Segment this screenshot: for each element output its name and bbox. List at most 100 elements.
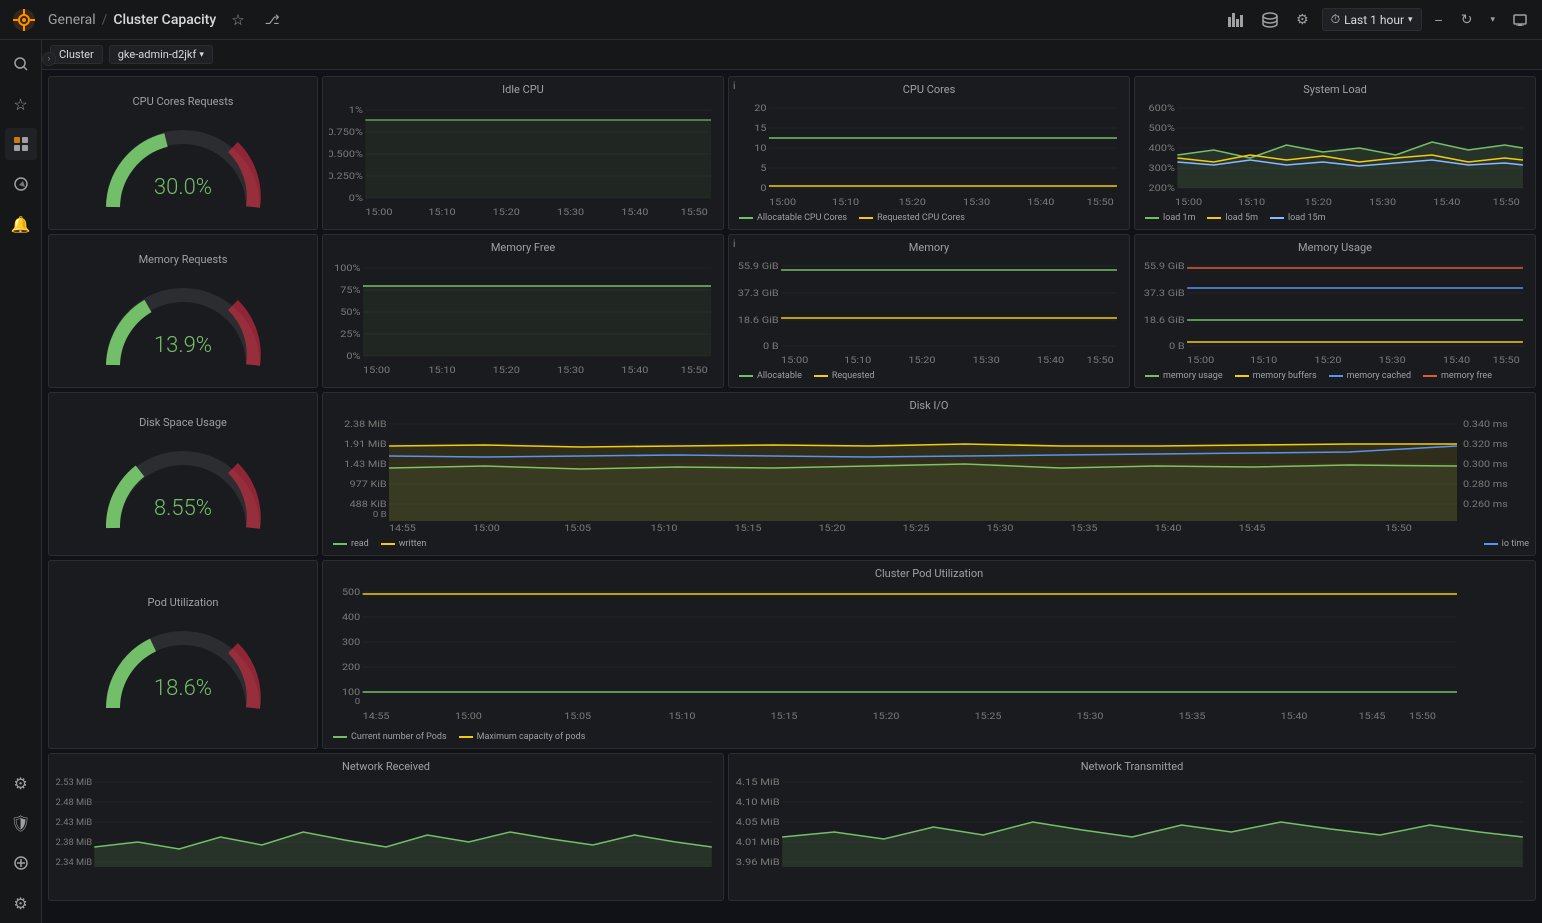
sidebar-item-alerting[interactable]: 🔔 — [5, 208, 37, 240]
pod-utilization-legend: Current number of Pods Maximum capacity … — [329, 732, 1529, 742]
kiosk-button[interactable] — [1508, 11, 1532, 29]
svg-text:0 B: 0 B — [373, 511, 387, 520]
svg-text:15:50: 15:50 — [1409, 712, 1436, 722]
svg-text:55.9 GiB: 55.9 GiB — [1144, 262, 1185, 272]
svg-text:15:45: 15:45 — [1239, 524, 1266, 534]
svg-text:300%: 300% — [1149, 164, 1175, 174]
svg-text:15:50: 15:50 — [1087, 356, 1115, 366]
cluster-label: Cluster — [50, 45, 103, 64]
sidebar-item-plugins[interactable] — [5, 847, 37, 879]
sidebar-item-search[interactable] — [5, 48, 37, 80]
gear-button[interactable]: ⚙ — [1291, 8, 1314, 31]
star-button[interactable]: ☆ — [226, 8, 249, 32]
svg-text:1.91 MiB: 1.91 MiB — [344, 440, 387, 450]
svg-text:0 B: 0 B — [1169, 342, 1185, 352]
legend-mem-usage: memory usage — [1145, 371, 1223, 381]
sidebar: ☆ 🔔 ⚙ 🛡 ⚙ — [0, 40, 42, 923]
svg-text:0.500%: 0.500% — [329, 150, 363, 160]
svg-text:0%: 0% — [346, 352, 360, 362]
svg-text:15:40: 15:40 — [1155, 524, 1182, 534]
svg-text:20: 20 — [754, 104, 767, 114]
breadcrumb-home[interactable]: General — [48, 12, 96, 28]
share-button[interactable]: ⎇ — [260, 9, 285, 31]
svg-text:15:20: 15:20 — [819, 524, 846, 534]
refresh-interval-button[interactable]: ▾ — [1485, 11, 1500, 28]
idle-cpu-title: Idle CPU — [329, 83, 717, 96]
svg-text:400%: 400% — [1149, 144, 1175, 154]
svg-text:2.53 MiB: 2.53 MiB — [56, 778, 93, 788]
svg-text:15:30: 15:30 — [1379, 356, 1407, 366]
chevron-down-icon: ▾ — [1408, 15, 1413, 25]
svg-text:15:30: 15:30 — [963, 198, 991, 208]
main-content: Cluster gke-admin-d2jkf ▾ CPU Cores Requ… — [42, 40, 1542, 923]
db-button[interactable] — [1257, 9, 1283, 31]
svg-text:14:55: 14:55 — [363, 712, 390, 722]
network-transmitted-title: Network Transmitted — [735, 760, 1529, 773]
svg-text:15:40: 15:40 — [1433, 198, 1461, 208]
svg-text:15:15: 15:15 — [771, 712, 798, 722]
chart-type-button[interactable] — [1223, 10, 1249, 30]
svg-text:1%: 1% — [349, 106, 363, 116]
svg-text:2.34 MiB: 2.34 MiB — [56, 858, 93, 868]
svg-text:14:55: 14:55 — [389, 524, 416, 534]
svg-text:15:30: 15:30 — [973, 356, 1001, 366]
network-received-title: Network Received — [55, 760, 717, 773]
refresh-button[interactable]: ↻ — [1456, 8, 1478, 31]
zoom-out-button[interactable]: − — [1430, 9, 1448, 31]
memory-panel: i Memory 55.9 GiB 37.3 GiB 18.6 GiB 0 B … — [728, 234, 1130, 388]
memory-requests-title: Memory Requests — [139, 253, 228, 266]
svg-text:75%: 75% — [340, 286, 360, 296]
svg-text:15:00: 15:00 — [1175, 198, 1203, 208]
legend-requested-cpu: Requested CPU Cores — [859, 213, 965, 223]
memory-title: Memory — [735, 241, 1123, 254]
memory-requests-gauge: 13.9% — [93, 270, 273, 370]
memory-usage-title: Memory Usage — [1141, 241, 1529, 254]
svg-text:15:35: 15:35 — [1179, 712, 1206, 722]
pod-utilization-title: Pod Utilization — [148, 596, 219, 609]
svg-text:15:00: 15:00 — [1187, 356, 1215, 366]
svg-text:500%: 500% — [1149, 124, 1175, 134]
svg-text:15:00: 15:00 — [473, 524, 500, 534]
cpu-cores-legend: Allocatable CPU Cores Requested CPU Core… — [735, 213, 1123, 223]
memory-info-icon[interactable]: i — [733, 239, 735, 250]
legend-written: written — [381, 539, 427, 549]
svg-text:4.01 MiB: 4.01 MiB — [736, 838, 780, 848]
sidebar-item-profile[interactable]: ⚙ — [5, 887, 37, 919]
svg-text:977 KiB: 977 KiB — [350, 480, 387, 490]
svg-text:15:20: 15:20 — [493, 366, 521, 376]
time-range-picker[interactable]: ⏱ Last 1 hour ▾ — [1322, 8, 1422, 31]
svg-text:18.6 GiB: 18.6 GiB — [738, 316, 779, 326]
disk-io-title: Disk I/O — [329, 399, 1529, 412]
network-received-panel: Network Received 2.53 MiB 2.48 MiB 2.43 … — [48, 753, 724, 901]
svg-text:10: 10 — [754, 144, 767, 154]
svg-text:15:10: 15:10 — [832, 198, 860, 208]
svg-text:15:00: 15:00 — [365, 208, 393, 218]
disk-space-title: Disk Space Usage — [139, 416, 227, 429]
sidebar-toggle[interactable]: › — [42, 52, 56, 66]
memory-usage-legend: memory usage memory buffers memory cache… — [1141, 371, 1529, 381]
svg-text:15:30: 15:30 — [1369, 198, 1397, 208]
sidebar-item-starred[interactable]: ☆ — [5, 88, 37, 120]
legend-requested-mem: Requested — [814, 371, 875, 381]
legend-load5m: load 5m — [1207, 213, 1257, 223]
memory-requests-panel: Memory Requests 13.9% — [48, 234, 318, 388]
svg-text:200%: 200% — [1149, 184, 1175, 194]
sidebar-item-dashboards[interactable] — [5, 128, 37, 160]
legend-load1m: load 1m — [1145, 213, 1195, 223]
sidebar-item-config[interactable]: ⚙ — [5, 767, 37, 799]
sidebar-item-shield[interactable]: 🛡 — [5, 807, 37, 839]
sidebar-item-explore[interactable] — [5, 168, 37, 200]
svg-text:15:50: 15:50 — [1493, 356, 1521, 366]
svg-text:5: 5 — [760, 164, 767, 174]
breadcrumb-separator: / — [102, 12, 108, 28]
grafana-logo[interactable] — [10, 6, 38, 34]
cpu-cores-info-icon[interactable]: i — [733, 81, 735, 92]
svg-text:15:45: 15:45 — [1359, 712, 1386, 722]
svg-text:15:10: 15:10 — [1238, 198, 1266, 208]
svg-text:488 KiB: 488 KiB — [350, 500, 387, 510]
cluster-dropdown[interactable]: gke-admin-d2jkf ▾ — [109, 45, 213, 64]
svg-text:15:40: 15:40 — [1037, 356, 1065, 366]
svg-text:15:20: 15:20 — [493, 208, 521, 218]
svg-text:15:10: 15:10 — [844, 356, 872, 366]
cluster-pod-title: Cluster Pod Utilization — [329, 567, 1529, 580]
